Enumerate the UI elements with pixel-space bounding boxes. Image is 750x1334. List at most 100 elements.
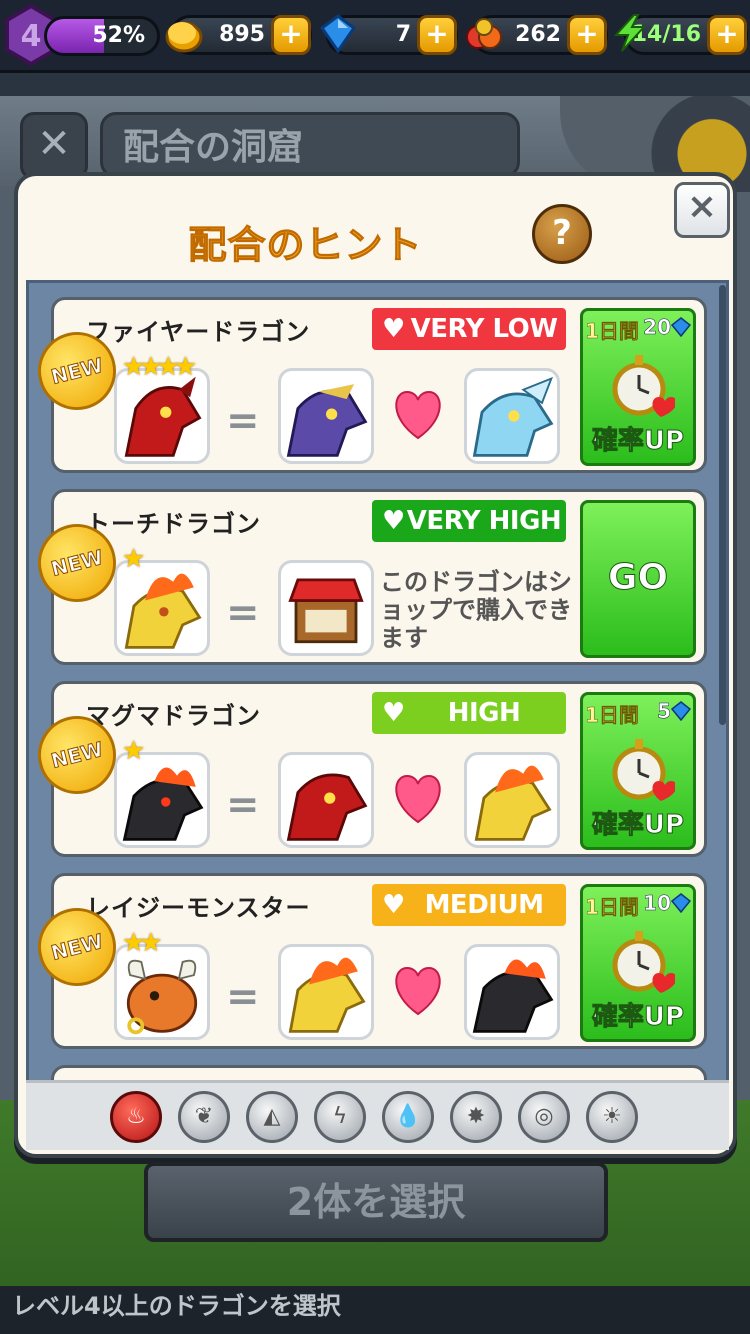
ice-dragon-icon bbox=[472, 376, 554, 457]
equals-sign: = bbox=[226, 974, 260, 1020]
xp-bar: 52% bbox=[44, 16, 160, 56]
rarity-stars: ★ bbox=[122, 544, 145, 574]
boost-chance-button[interactable]: 1日間 5 確率UP bbox=[580, 692, 696, 850]
magma-dragon-icon bbox=[472, 959, 554, 1033]
filter-earth-button[interactable]: ◭ bbox=[246, 1091, 298, 1143]
breed-rate-text: VERY LOW bbox=[410, 314, 558, 344]
boost-label: 確率UP bbox=[591, 1002, 685, 1033]
light-icon: ☀ bbox=[602, 1104, 622, 1129]
breed-rate-text: VERY HIGH bbox=[406, 506, 562, 536]
gem-icon bbox=[671, 893, 691, 913]
boost-duration: 1日間 bbox=[585, 703, 639, 728]
gem-value: 7 bbox=[395, 22, 411, 47]
select-two-button[interactable]: 2体を選択 bbox=[144, 1162, 608, 1242]
magma-dragon-icon bbox=[122, 767, 204, 841]
filter-light-button[interactable]: ☀ bbox=[586, 1091, 638, 1143]
breed-rate-text: HIGH bbox=[447, 698, 521, 728]
rarity-stars: ★★★★ bbox=[122, 352, 197, 382]
boost-cost: 20 bbox=[643, 315, 671, 340]
result-dragon-tile[interactable] bbox=[114, 560, 210, 656]
hint-card-fire-dragon: ファイヤードラゴン ♥ VERY LOW ★★★★ NEW = 1日間 20 確… bbox=[29, 297, 707, 473]
result-dragon-tile[interactable] bbox=[114, 368, 210, 464]
breed-rate-badge: ♥ VERY HIGH bbox=[372, 500, 566, 542]
breed-rate-badge: ♥ MEDIUM bbox=[372, 884, 566, 926]
water-icon: 💧 bbox=[394, 1104, 422, 1129]
boost-cost: 5 bbox=[657, 699, 671, 724]
heart-icon: ♥ bbox=[382, 506, 405, 536]
hint-list[interactable]: ファイヤードラゴン ♥ VERY LOW ★★★★ NEW = 1日間 20 確… bbox=[26, 280, 729, 1080]
hint-card-torch-dragon: トーチドラゴン ♥ VERY HIGH ★ NEW = このドラゴンはショップで… bbox=[29, 489, 707, 665]
dragon-name: トーチドラゴン bbox=[86, 510, 261, 538]
gold-add-button[interactable]: + bbox=[271, 15, 311, 55]
heart-love-icon bbox=[395, 774, 441, 824]
parent-dragon-tile[interactable] bbox=[464, 752, 560, 848]
hint-card-lazy-monster: レイジーモンスター ♥ MEDIUM ★★ NEW = 1日間 10 確率UP bbox=[29, 873, 707, 1049]
parent-dragon-tile[interactable] bbox=[278, 752, 374, 848]
heart-icon: ♥ bbox=[382, 698, 405, 728]
dialog-close-button[interactable]: × bbox=[674, 182, 730, 238]
rarity-stars: ★★ bbox=[122, 928, 163, 958]
filter-metal-button[interactable]: ✸ bbox=[450, 1091, 502, 1143]
hint-card-partial bbox=[51, 1065, 707, 1080]
element-filter-bar: ♨ ❦ ◭ ϟ 💧 ✸ ◎ ☀ bbox=[26, 1080, 729, 1150]
parent-dragon-tile[interactable] bbox=[278, 944, 374, 1040]
filter-wind-button[interactable]: ◎ bbox=[518, 1091, 570, 1143]
gem-icon bbox=[671, 317, 691, 337]
go-button[interactable]: GO bbox=[580, 500, 696, 658]
food-icon bbox=[466, 18, 502, 49]
boost-chance-button[interactable]: 1日間 20 確率UP bbox=[580, 308, 696, 466]
parent-dragon-tile[interactable] bbox=[464, 944, 560, 1040]
food-value: 262 bbox=[515, 22, 561, 47]
metal-icon: ✸ bbox=[466, 1104, 486, 1129]
coin-icon bbox=[165, 21, 203, 53]
gem-add-button[interactable]: + bbox=[417, 15, 457, 55]
boost-label: 確率UP bbox=[591, 426, 685, 457]
shop-tile[interactable] bbox=[278, 560, 374, 656]
breed-rate-text: MEDIUM bbox=[424, 890, 544, 920]
filter-lightning-button[interactable]: ϟ bbox=[314, 1091, 366, 1143]
filter-water-button[interactable]: 💧 bbox=[382, 1091, 434, 1143]
clock-icon bbox=[612, 739, 675, 801]
clock-icon bbox=[612, 931, 675, 993]
parent-dragon-tile[interactable] bbox=[278, 368, 374, 464]
result-dragon-tile[interactable] bbox=[114, 944, 210, 1040]
energy-icon bbox=[613, 14, 647, 52]
help-button[interactable]: ? bbox=[532, 204, 592, 264]
boost-chance-button[interactable]: 1日間 10 確率UP bbox=[580, 884, 696, 1042]
equals-sign: = bbox=[226, 398, 260, 444]
food-add-button[interactable]: + bbox=[567, 15, 607, 55]
heart-love-icon bbox=[395, 966, 441, 1016]
breed-rate-badge: ♥ HIGH bbox=[372, 692, 566, 734]
filter-fire-button[interactable]: ♨ bbox=[110, 1091, 162, 1143]
dragon-name: レイジーモンスター bbox=[86, 894, 311, 922]
hint-dialog: 配合のヒント ? × ファイヤードラゴン ♥ VERY LOW ★★★★ NEW… bbox=[14, 172, 737, 1158]
hint-card-magma-dragon: マグマドラゴン ♥ HIGH ★ NEW = 1日間 5 確率UP bbox=[29, 681, 707, 857]
plant-icon: ❦ bbox=[194, 1104, 214, 1129]
lazy-monster-icon bbox=[126, 959, 198, 1035]
red-dragon-icon bbox=[124, 376, 202, 457]
heart-icon: ♥ bbox=[382, 890, 405, 920]
filter-plant-button[interactable]: ❦ bbox=[178, 1091, 230, 1143]
boost-duration: 1日間 bbox=[585, 319, 639, 344]
heart-icon: ♥ bbox=[382, 314, 405, 344]
list-scrollbar[interactable] bbox=[719, 285, 726, 725]
equals-sign: = bbox=[226, 782, 260, 828]
wind-icon: ◎ bbox=[534, 1104, 554, 1129]
earth-icon: ◭ bbox=[263, 1104, 281, 1129]
gem-icon bbox=[671, 701, 691, 721]
boost-label: 確率UP bbox=[591, 810, 685, 841]
cave-close-button[interactable]: ✕ bbox=[20, 112, 88, 180]
level-value: 4 bbox=[21, 19, 42, 54]
energy-add-button[interactable]: + bbox=[707, 15, 747, 55]
rarity-stars: ★ bbox=[122, 736, 145, 766]
purple-dragon-icon bbox=[286, 384, 368, 457]
torch-dragon-icon bbox=[124, 573, 202, 649]
status-bar: 4 52% 895 + 7 + 262 + 14/16 + bbox=[0, 0, 750, 73]
torch-dragon-icon bbox=[474, 765, 552, 841]
parent-dragon-tile[interactable] bbox=[464, 368, 560, 464]
heart-love-icon bbox=[395, 390, 441, 440]
dragon-name: マグマドラゴン bbox=[86, 702, 261, 730]
result-dragon-tile[interactable] bbox=[114, 752, 210, 848]
dragon-name: ファイヤードラゴン bbox=[86, 318, 311, 346]
shop-note: このドラゴンはショップで購入できます bbox=[380, 568, 572, 652]
